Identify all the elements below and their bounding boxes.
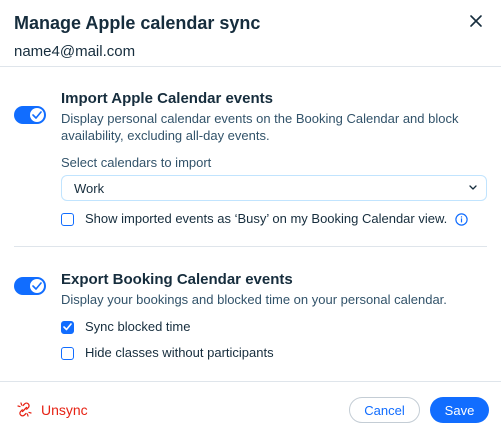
hide-classes-option: Hide classes without participants [61, 345, 274, 361]
check-icon [32, 282, 42, 290]
select-calendars-label: Select calendars to import [61, 155, 212, 170]
export-description: Display your bookings and blocked time o… [61, 292, 447, 307]
sync-blocked-time-option: Sync blocked time [61, 319, 191, 335]
export-section-body: Export Booking Calendar events Display y… [61, 271, 487, 308]
checkmark-icon [63, 322, 72, 330]
calendar-select-value: Work [74, 181, 105, 196]
import-description: Display personal calendar events on the … [61, 111, 459, 143]
manage-calendar-sync-modal: Manage Apple calendar sync name4@mail.co… [0, 0, 501, 432]
calendar-select[interactable]: Work [61, 175, 487, 201]
close-button[interactable] [465, 10, 487, 32]
close-icon [470, 15, 482, 27]
sync-blocked-time-checkbox[interactable] [61, 320, 74, 334]
info-icon[interactable] [455, 212, 468, 226]
header-divider [0, 66, 501, 67]
toggle-knob [30, 279, 44, 293]
show-busy-checkbox[interactable] [61, 212, 74, 226]
broken-link-icon [17, 402, 32, 417]
check-icon [32, 111, 42, 119]
modal-footer: Unsync Cancel Save [0, 381, 501, 432]
import-toggle[interactable] [14, 106, 46, 124]
hide-classes-checkbox[interactable] [61, 346, 74, 360]
unsync-label: Unsync [41, 401, 88, 418]
export-toggle[interactable] [14, 277, 46, 295]
modal-header: Manage Apple calendar sync name4@mail.co… [14, 12, 487, 61]
show-busy-label: Show imported events as ‘Busy’ on my Boo… [85, 211, 448, 226]
modal-title: Manage Apple calendar sync [14, 13, 261, 33]
cancel-button[interactable]: Cancel [349, 397, 420, 423]
show-busy-option: Show imported events as ‘Busy’ on my Boo… [61, 211, 468, 227]
section-divider [14, 246, 487, 247]
chevron-down-icon [469, 185, 477, 190]
account-email: name4@mail.com [14, 43, 136, 60]
unsync-button[interactable]: Unsync [16, 401, 88, 418]
sync-blocked-time-label: Sync blocked time [85, 319, 191, 334]
toggle-knob [30, 108, 44, 122]
export-title: Export Booking Calendar events [61, 271, 293, 288]
import-title: Import Apple Calendar events [61, 90, 273, 107]
save-button[interactable]: Save [430, 397, 489, 423]
hide-classes-label: Hide classes without participants [85, 345, 274, 360]
import-section-body: Import Apple Calendar events Display per… [61, 90, 487, 170]
